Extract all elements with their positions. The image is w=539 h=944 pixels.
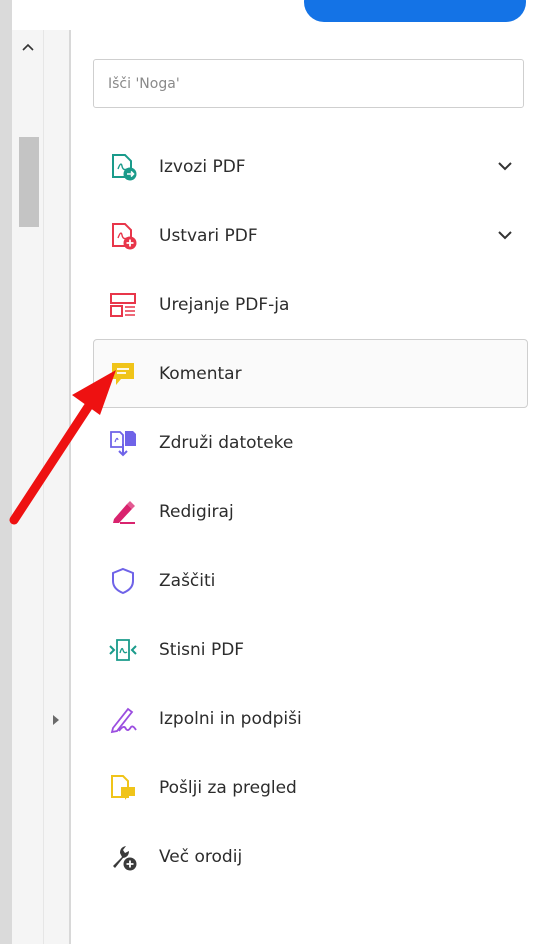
redact-icon (108, 497, 138, 527)
tool-comment[interactable]: Komentar (93, 339, 528, 408)
panel-collapse-strip (43, 30, 71, 944)
tool-create-pdf[interactable]: Ustvari PDF (93, 201, 529, 270)
tool-label: Izvozi PDF (159, 156, 246, 177)
tool-label: Urejanje PDF-ja (159, 294, 290, 315)
compress-pdf-icon (108, 635, 138, 665)
more-tools-icon (108, 842, 138, 872)
tool-label: Redigiraj (159, 501, 234, 522)
scroll-up-button[interactable] (12, 32, 43, 62)
fill-sign-icon (108, 704, 138, 734)
collapse-panel-button[interactable] (46, 705, 66, 735)
tool-label: Izpolni in podpiši (159, 708, 302, 729)
comment-icon (108, 359, 138, 389)
combine-files-icon (108, 428, 138, 458)
chevron-down-icon[interactable] (496, 226, 514, 244)
tool-label: Zaščiti (159, 570, 216, 591)
tool-export-pdf[interactable]: Izvozi PDF (93, 132, 529, 201)
tool-label: Ustvari PDF (159, 225, 258, 246)
tool-send-review[interactable]: Pošlji za pregled (93, 753, 529, 822)
export-pdf-icon (108, 152, 138, 182)
tool-label: Več orodij (159, 846, 243, 867)
protect-shield-icon (108, 566, 138, 596)
caret-right-icon (53, 715, 59, 725)
tool-fill-sign[interactable]: Izpolni in podpiši (93, 684, 529, 753)
top-action-button[interactable] (304, 0, 526, 22)
scrollbar-thumb[interactable] (19, 137, 39, 227)
tool-more-tools[interactable]: Več orodij (93, 822, 529, 891)
send-review-icon (108, 773, 138, 803)
tools-list: Izvozi PDF Ustvari PDF Urejanje PDF-ja K… (93, 132, 529, 891)
window-left-edge (0, 0, 12, 944)
tool-combine-files[interactable]: Združi datoteke (93, 408, 529, 477)
tool-edit-pdf[interactable]: Urejanje PDF-ja (93, 270, 529, 339)
tool-label: Komentar (159, 363, 242, 384)
tool-label: Stisni PDF (159, 639, 245, 660)
search-input[interactable] (93, 59, 524, 108)
edit-pdf-icon (108, 290, 138, 320)
tool-redact[interactable]: Redigiraj (93, 477, 529, 546)
tool-label: Združi datoteke (159, 432, 294, 453)
tool-label: Pošlji za pregled (159, 777, 297, 798)
chevron-down-icon[interactable] (496, 157, 514, 175)
create-pdf-icon (108, 221, 138, 251)
tool-protect[interactable]: Zaščiti (93, 546, 529, 615)
tool-compress-pdf[interactable]: Stisni PDF (93, 615, 529, 684)
chevron-up-icon (21, 43, 34, 51)
